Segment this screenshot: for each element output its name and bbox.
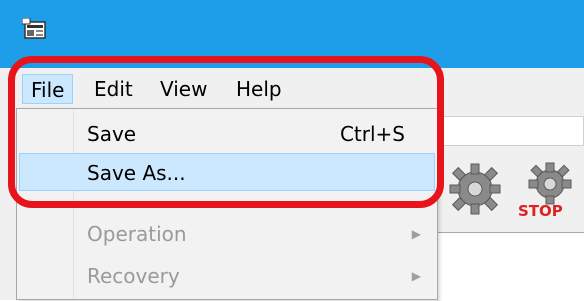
menu-item-operation[interactable]: Operation ▶ [19, 215, 435, 253]
submenu-arrow-icon: ▶ [411, 227, 421, 241]
menu-view[interactable]: View [152, 74, 215, 104]
submenu-arrow-icon: ▶ [411, 269, 421, 283]
title-bar [0, 0, 584, 68]
content-pane [436, 232, 584, 301]
menu-item-save[interactable]: Save Ctrl+S [19, 115, 435, 153]
menu-edit[interactable]: Edit [86, 74, 141, 104]
menu-item-label: Save As... [87, 161, 186, 185]
menu-item-label: Recovery [87, 264, 180, 288]
file-menu-dropdown: Save Ctrl+S Save As... Operation ▶ Recov… [16, 108, 438, 300]
path-field[interactable] [436, 116, 584, 146]
menu-file[interactable]: File [22, 74, 74, 104]
stop-label: STOP [518, 202, 563, 220]
menu-item-save-as[interactable]: Save As... [19, 153, 435, 191]
menu-item-label: Operation [87, 222, 187, 246]
menu-item-recovery[interactable]: Recovery ▶ [19, 257, 435, 295]
menu-item-label: Save [87, 122, 137, 146]
menu-help[interactable]: Help [228, 74, 290, 104]
menu-item-shortcut: Ctrl+S [339, 122, 405, 146]
gear-icon[interactable] [446, 160, 504, 218]
menu-bar: File Edit View Help [0, 68, 584, 108]
application-icon[interactable] [22, 18, 48, 42]
